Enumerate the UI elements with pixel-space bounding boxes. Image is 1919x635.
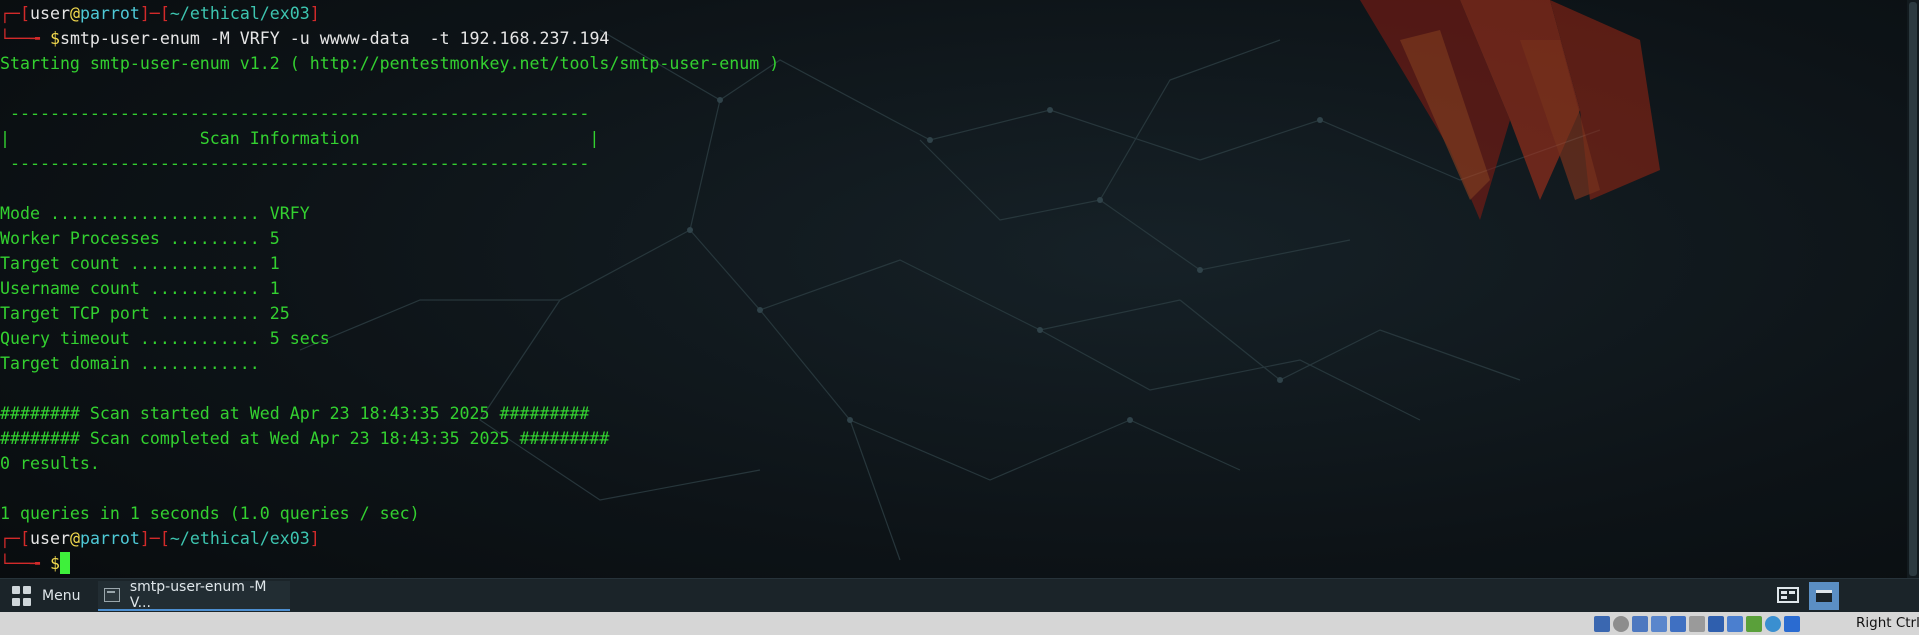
- keyboard-capture-icon[interactable]: [1784, 616, 1800, 632]
- terminal-scrollbar[interactable]: [1907, 0, 1919, 578]
- menu-button[interactable]: Menu: [8, 582, 98, 610]
- prompt-host: parrot: [79, 529, 140, 548]
- prompt-at: @: [69, 4, 80, 23]
- prompt-dollar: $: [49, 29, 60, 48]
- cpu-icon[interactable]: [1746, 616, 1762, 632]
- scrollbar-thumb[interactable]: [1909, 2, 1917, 576]
- prompt-path: ~/ethical/ex03: [169, 529, 310, 548]
- show-desktop-button[interactable]: [1773, 582, 1803, 610]
- task-label: smtp-user-enum -M V...: [129, 579, 267, 611]
- taskbar-window-terminal[interactable]: smtp-user-enum -M V...: [98, 579, 290, 611]
- mouse-integration-icon[interactable]: [1765, 616, 1781, 632]
- output-line: | Scan Information |: [0, 129, 600, 148]
- prompt-line: ┌─[user@parrot]─[~/ethical/ex03]: [0, 529, 320, 548]
- terminal-icon: [104, 588, 120, 602]
- network-icon[interactable]: [1651, 616, 1667, 632]
- output-line: Mode ..................... VRFY: [0, 204, 310, 223]
- vm-statusbar: Right Ctrl: [0, 612, 1919, 635]
- desktop-grid-icon: [1777, 587, 1799, 603]
- prompt-dollar: $: [49, 554, 60, 573]
- output-line: Starting smtp-user-enum v1.2 ( http://pe…: [0, 54, 780, 73]
- output-line: 1 queries in 1 seconds (1.0 queries / se…: [0, 504, 420, 523]
- command-text: smtp-user-enum -M VRFY -u wwww-data -t 1…: [59, 29, 610, 48]
- terminal-window[interactable]: ┌─[user@parrot]─[~/ethical/ex03] └──╼ $s…: [0, 0, 1905, 578]
- output-line: 0 results.: [0, 454, 100, 473]
- prompt-host: parrot: [79, 4, 140, 23]
- taskbar: Menu smtp-user-enum -M V...: [0, 578, 1919, 613]
- grid-icon: [12, 586, 32, 606]
- prompt-at: @: [69, 529, 80, 548]
- window-icon: [1816, 590, 1832, 602]
- display-icon[interactable]: [1708, 616, 1724, 632]
- output-line: ######## Scan started at Wed Apr 23 18:4…: [0, 404, 590, 423]
- hard-disk-icon[interactable]: [1594, 616, 1610, 632]
- command-line: └──╼ $smtp-user-enum -M VRFY -u wwww-dat…: [0, 29, 610, 48]
- terminal-cursor: [59, 552, 70, 574]
- prompt-path: ~/ethical/ex03: [169, 4, 310, 23]
- desktop: ┌─[user@parrot]─[~/ethical/ex03] └──╼ $s…: [0, 0, 1919, 635]
- menu-label: Menu: [42, 588, 81, 604]
- prompt-user: user: [29, 529, 70, 548]
- output-line: Username count ........... 1: [0, 279, 280, 298]
- prompt-line: ┌─[user@parrot]─[~/ethical/ex03]: [0, 4, 320, 23]
- output-line: Target count ............. 1: [0, 254, 280, 273]
- output-line: ----------------------------------------…: [0, 154, 590, 173]
- output-line: Target TCP port .......... 25: [0, 304, 290, 323]
- output-line: Target domain ............: [0, 354, 260, 373]
- prompt-user: user: [29, 4, 70, 23]
- audio-icon[interactable]: [1632, 616, 1648, 632]
- recording-icon[interactable]: [1727, 616, 1743, 632]
- command-line[interactable]: └──╼ $: [0, 551, 70, 576]
- output-line: ######## Scan completed at Wed Apr 23 18…: [0, 429, 610, 448]
- workspace-switcher: [1773, 582, 1919, 610]
- optical-drive-icon[interactable]: [1613, 616, 1629, 632]
- output-line: Query timeout ............ 5 secs: [0, 329, 330, 348]
- output-line: ----------------------------------------…: [0, 104, 590, 123]
- workspace-1-button[interactable]: [1809, 582, 1839, 610]
- usb-icon[interactable]: [1670, 616, 1686, 632]
- shared-folders-icon[interactable]: [1689, 616, 1705, 632]
- output-line: Worker Processes ......... 5: [0, 229, 280, 248]
- vm-status-icons: [1594, 615, 1800, 633]
- host-key-label: Right Ctrl: [1856, 615, 1919, 631]
